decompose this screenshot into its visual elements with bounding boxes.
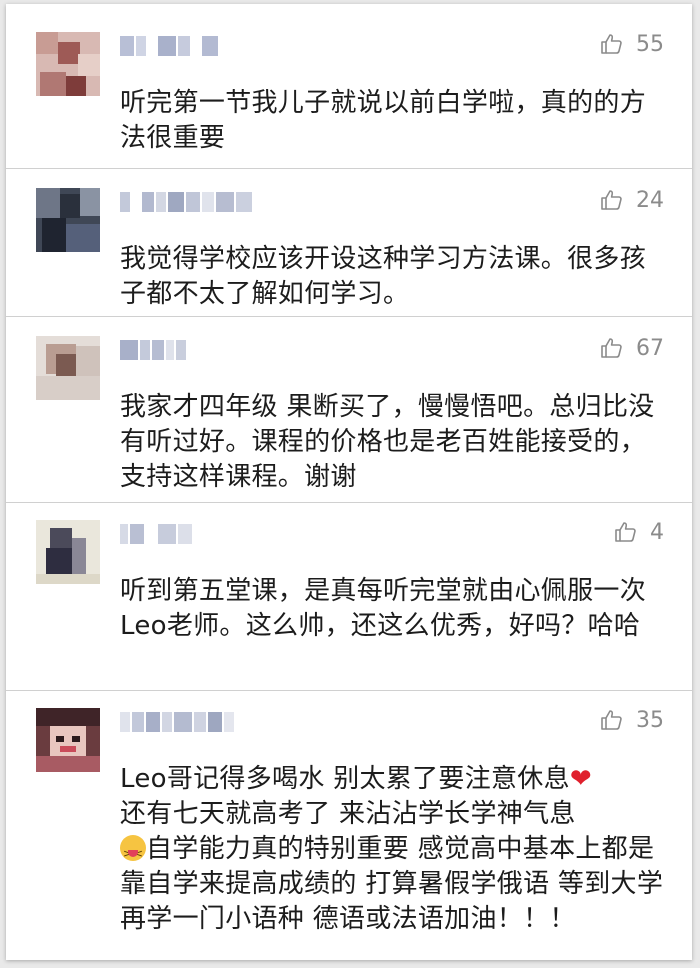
thumbs-up-icon bbox=[601, 34, 622, 54]
username-pixelated[interactable] bbox=[120, 34, 220, 58]
thumbs-up-icon bbox=[601, 190, 622, 210]
divider bbox=[6, 168, 692, 169]
like-button[interactable]: 67 bbox=[600, 332, 664, 364]
comment-line: 还有七天就高考了 来沾沾学长学神气息 bbox=[120, 799, 576, 829]
tongue-face-emoji bbox=[120, 835, 146, 871]
avatar[interactable] bbox=[36, 188, 100, 252]
comment-text: Leo哥记得多喝水 别太累了要注意休息❤ 还有七天就高考了 来沾沾学长学神气息 … bbox=[120, 762, 672, 937]
thumbs-up-icon bbox=[601, 710, 622, 730]
divider bbox=[6, 316, 692, 317]
username-pixelated[interactable] bbox=[120, 710, 236, 734]
comment-text: 我觉得学校应该开设这种学习方法课。很多孩子都不太了解如何学习。 bbox=[120, 244, 647, 309]
username-pixelated[interactable] bbox=[120, 338, 188, 362]
like-count: 55 bbox=[636, 31, 664, 57]
like-count: 4 bbox=[650, 519, 664, 545]
comment-text: 我家才四年级 果断买了，慢慢悟吧。总归比没有听过好。课程的价格也是老百姓能接受的… bbox=[120, 392, 655, 492]
red-heart-emoji: ❤ bbox=[569, 764, 592, 794]
like-button[interactable]: 24 bbox=[600, 184, 664, 216]
username-pixelated[interactable] bbox=[120, 190, 254, 214]
divider bbox=[6, 502, 692, 503]
thumbs-up-icon bbox=[615, 522, 636, 542]
like-count: 35 bbox=[636, 707, 664, 733]
avatar[interactable] bbox=[36, 708, 100, 772]
divider bbox=[6, 690, 692, 691]
avatar[interactable] bbox=[36, 520, 100, 584]
comment-line: Leo哥记得多喝水 别太累了要注意休息 bbox=[120, 764, 570, 794]
comment-line: 自学能力真的特别重要 感觉高中基本上都是靠自学来提高成绩的 打算暑假学俄语 等到… bbox=[120, 834, 664, 934]
like-button[interactable]: 4 bbox=[614, 516, 664, 548]
like-button[interactable]: 35 bbox=[600, 704, 664, 736]
avatar[interactable] bbox=[36, 32, 100, 96]
avatar[interactable] bbox=[36, 336, 100, 400]
comment-text: 听到第五堂课，是真每听完堂就由心佩服一次Leo老师。这么帅，还这么优秀，好吗？哈… bbox=[120, 576, 647, 641]
like-count: 24 bbox=[636, 187, 664, 213]
thumbs-up-icon bbox=[601, 338, 622, 358]
like-count: 67 bbox=[636, 335, 664, 361]
comment-list: 55 听完第一节我儿子就说以前白学啦，真的的方法很重要 24 我觉得学校应该开设… bbox=[6, 4, 692, 960]
comment-text: 听完第一节我儿子就说以前白学啦，真的的方法很重要 bbox=[120, 88, 647, 153]
like-button[interactable]: 55 bbox=[600, 28, 664, 60]
username-pixelated[interactable] bbox=[120, 522, 194, 546]
